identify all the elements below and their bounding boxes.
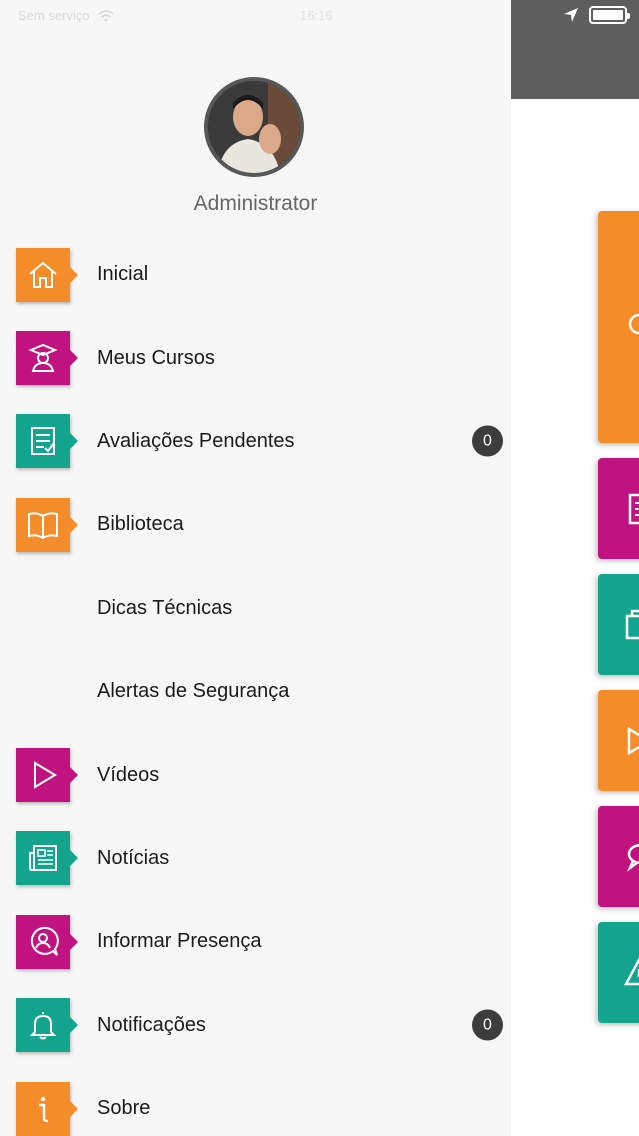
menu-label: Alertas de Segurança [97, 680, 290, 703]
navigation-drawer: Sem serviço 16:16 Administrator Inicial … [0, 0, 511, 1136]
tile-dicas[interactable] [598, 211, 639, 443]
menu-label: Vídeos [97, 763, 160, 786]
tile-biblioteca[interactable] [598, 574, 639, 675]
chat-icon [627, 843, 639, 872]
menu-item-notificacoes[interactable]: Notificações 0 [0, 984, 511, 1067]
status-bar-left: Sem serviço [18, 8, 114, 23]
tile-videos[interactable] [598, 690, 639, 791]
menu-label: Dicas Técnicas [97, 596, 233, 619]
user-chat-icon [16, 914, 78, 969]
tile-avaliacoes[interactable] [598, 458, 639, 559]
menu-label: Notificações [97, 1013, 206, 1036]
location-arrow-icon [564, 8, 578, 22]
play-icon [16, 748, 78, 803]
avatar[interactable] [204, 77, 304, 177]
info-icon [16, 1081, 78, 1136]
count-badge: 0 [472, 425, 503, 457]
menu-item-videos[interactable]: Vídeos [0, 733, 511, 816]
menu-item-alertas-seguranca[interactable]: Alertas de Segurança [0, 650, 511, 733]
tile-mensagens[interactable] [598, 806, 639, 907]
graduate-icon [16, 331, 78, 386]
book-icon [16, 497, 78, 552]
carrier-text: Sem serviço [18, 8, 90, 23]
menu-item-biblioteca[interactable]: Biblioteca [0, 483, 511, 566]
menu-label: Inicial [97, 263, 149, 286]
book-icon [625, 609, 639, 639]
menu-item-meus-cursos[interactable]: Meus Cursos [0, 316, 511, 399]
status-bar-right [563, 6, 630, 24]
checklist-icon [16, 414, 78, 469]
menu-item-noticias[interactable]: Notícias [0, 817, 511, 900]
checklist-icon [628, 493, 639, 524]
menu-item-avaliacoes[interactable]: Avaliações Pendentes 0 [0, 400, 511, 483]
menu-label: Sobre [97, 1097, 151, 1120]
drawer-menu: Inicial Meus Cursos Avaliações Pendentes… [0, 233, 511, 1136]
app-navbar [511, 0, 639, 99]
menu-label: Informar Presença [97, 930, 262, 953]
wifi-icon [97, 9, 114, 22]
newspaper-icon [16, 831, 78, 886]
menu-label: Notícias [97, 846, 170, 869]
menu-label: Biblioteca [97, 513, 184, 536]
bell-icon [16, 998, 78, 1053]
play-icon [627, 726, 639, 755]
user-name: Administrator [193, 192, 318, 215]
home-icon [16, 247, 78, 302]
battery-icon [589, 6, 630, 24]
menu-label: Meus Cursos [97, 346, 215, 369]
warning-icon [624, 956, 639, 985]
tile-alertas[interactable] [598, 922, 639, 1023]
menu-item-informar-presenca[interactable]: Informar Presença [0, 900, 511, 983]
menu-item-dicas-tecnicas[interactable]: Dicas Técnicas [0, 567, 511, 650]
lightbulb-icon [628, 313, 639, 335]
status-time: 16:16 [300, 8, 333, 23]
user-photo-icon [208, 81, 300, 173]
menu-item-inicial[interactable]: Inicial [0, 233, 511, 316]
count-badge: 0 [472, 1009, 503, 1041]
menu-label: Avaliações Pendentes [97, 429, 295, 452]
menu-item-sobre[interactable]: Sobre [0, 1067, 511, 1136]
